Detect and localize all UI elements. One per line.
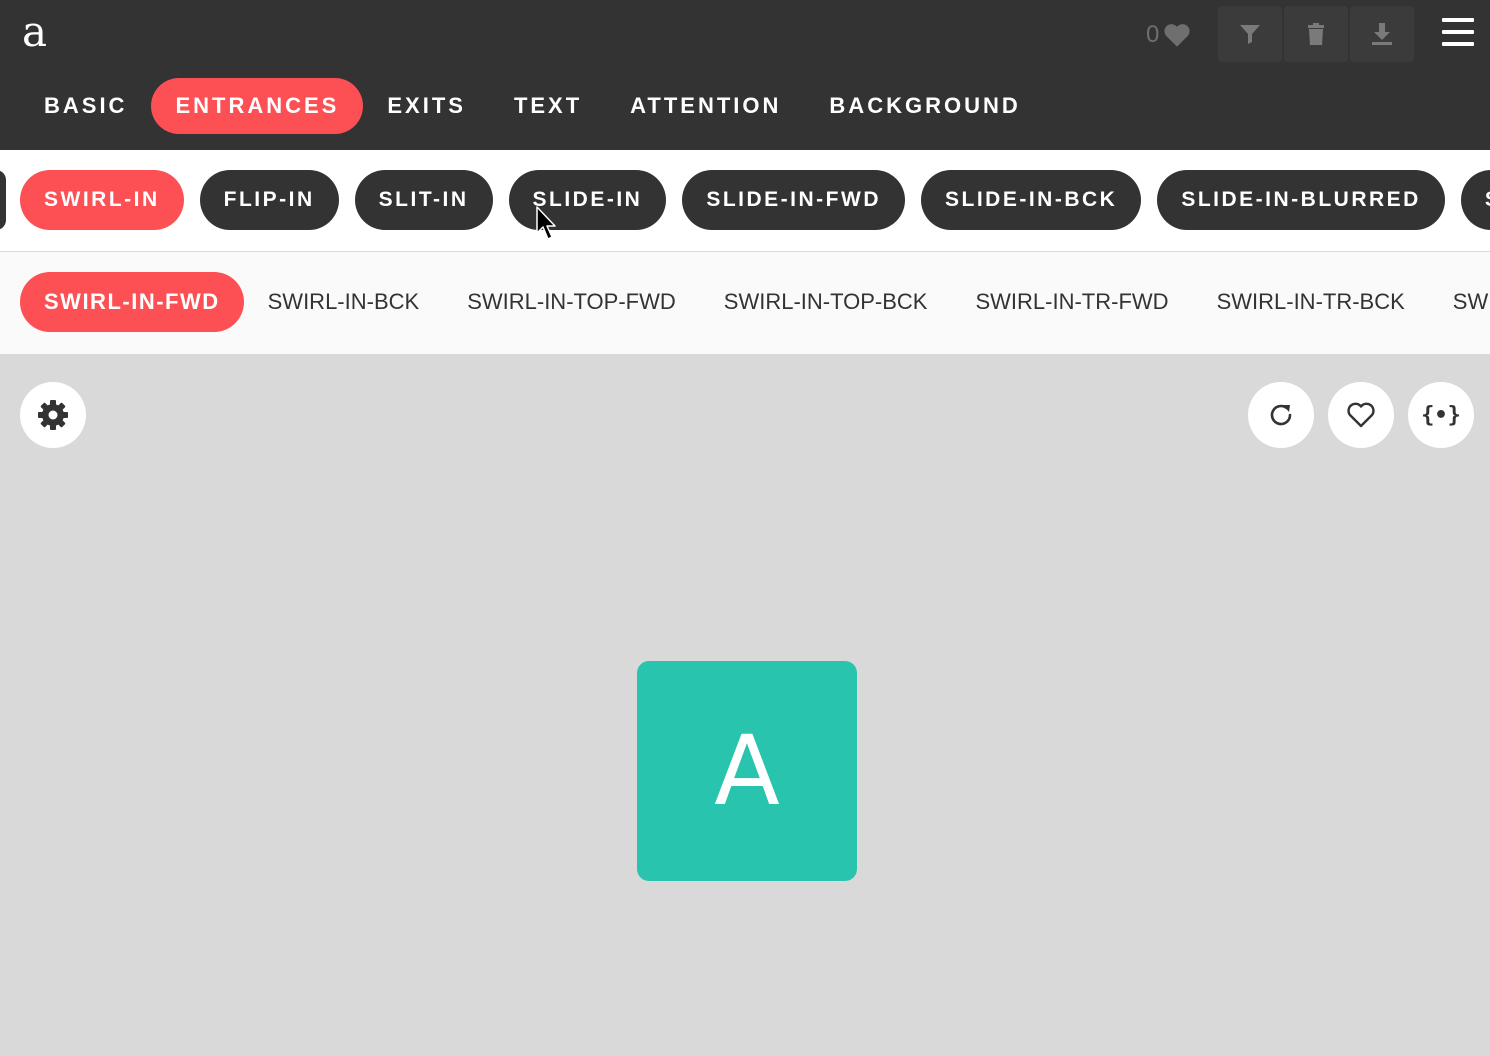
replay-icon	[1270, 404, 1292, 426]
preview-letter: A	[714, 715, 780, 827]
code-icon: {•}	[1421, 402, 1461, 428]
menu-icon[interactable]	[1438, 16, 1478, 48]
top-header: a 0 BASIC ENTRANCES EXITS TEXT ATTENTION…	[0, 0, 1490, 150]
delete-button[interactable]	[1284, 6, 1348, 62]
animation-preview-box: A	[637, 661, 857, 881]
download-button[interactable]	[1350, 6, 1414, 62]
variant-swirl-in-tr-fwd[interactable]: SWIRL-IN-TR-FWD	[951, 272, 1192, 332]
tab-entrances[interactable]: ENTRANCES	[151, 78, 364, 134]
tab-basic[interactable]: BASIC	[20, 78, 151, 134]
favorites-counter[interactable]: 0	[1146, 18, 1191, 52]
favorite-button[interactable]	[1328, 382, 1394, 448]
gear-icon	[38, 400, 68, 430]
filter-icon	[1240, 25, 1260, 44]
settings-button[interactable]	[20, 382, 86, 448]
tab-exits[interactable]: EXITS	[363, 78, 490, 134]
variant-bar: SWIRL-IN-FWD SWIRL-IN-BCK SWIRL-IN-TOP-F…	[0, 252, 1490, 354]
download-icon	[1372, 23, 1392, 45]
trash-icon	[1308, 23, 1324, 45]
variant-swirl-in-top-bck[interactable]: SWIRL-IN-TOP-BCK	[700, 272, 952, 332]
logo[interactable]: a	[22, 6, 47, 58]
tab-text[interactable]: TEXT	[490, 78, 606, 134]
subcategory-slit-in[interactable]: SLIT-IN	[354, 170, 493, 230]
tab-background[interactable]: BACKGROUND	[805, 78, 1044, 134]
replay-button[interactable]	[1248, 382, 1314, 448]
subcategory-swirl-in[interactable]: SWIRL-IN	[20, 170, 184, 230]
variant-swirl-in-fwd[interactable]: SWIRL-IN-FWD	[20, 272, 244, 332]
subcategory-bar: SWIRL-IN FLIP-IN SLIT-IN SLIDE-IN SLIDE-…	[0, 150, 1490, 252]
get-code-button[interactable]: {•}	[1408, 382, 1474, 448]
subcategory-slide-in-fwd[interactable]: SLIDE-IN-FWD	[682, 170, 905, 230]
subcategory-previous-pill[interactable]	[0, 170, 6, 230]
heart-outline-icon	[1347, 402, 1375, 428]
filter-button[interactable]	[1218, 6, 1282, 62]
mouse-cursor-icon	[536, 206, 556, 240]
subcategory-slide-in-bck[interactable]: SLIDE-IN-BCK	[921, 170, 1142, 230]
variant-swirl-in-top-fwd[interactable]: SWIRL-IN-TOP-FWD	[443, 272, 700, 332]
main-category-tabs: BASIC ENTRANCES EXITS TEXT ATTENTION BAC…	[20, 78, 1045, 134]
variant-swirl-in-bck[interactable]: SWIRL-IN-BCK	[244, 272, 444, 332]
subcategory-slide-in-elliptic[interactable]: SLIDE-IN-ELLIPTIC	[1460, 170, 1490, 230]
heart-icon	[1164, 24, 1190, 47]
favorites-count: 0	[1146, 21, 1160, 48]
variant-swirl-in-right-fwd[interactable]: SWIRL-IN-RIGHT-FWD	[1429, 272, 1490, 332]
subcategory-slide-in-blurred[interactable]: SLIDE-IN-BLURRED	[1157, 170, 1445, 230]
subcategory-slide-in[interactable]: SLIDE-IN	[508, 170, 667, 230]
subcategory-flip-in[interactable]: FLIP-IN	[199, 170, 339, 230]
tab-attention[interactable]: ATTENTION	[606, 78, 805, 134]
variant-swirl-in-tr-bck[interactable]: SWIRL-IN-TR-BCK	[1193, 272, 1429, 332]
